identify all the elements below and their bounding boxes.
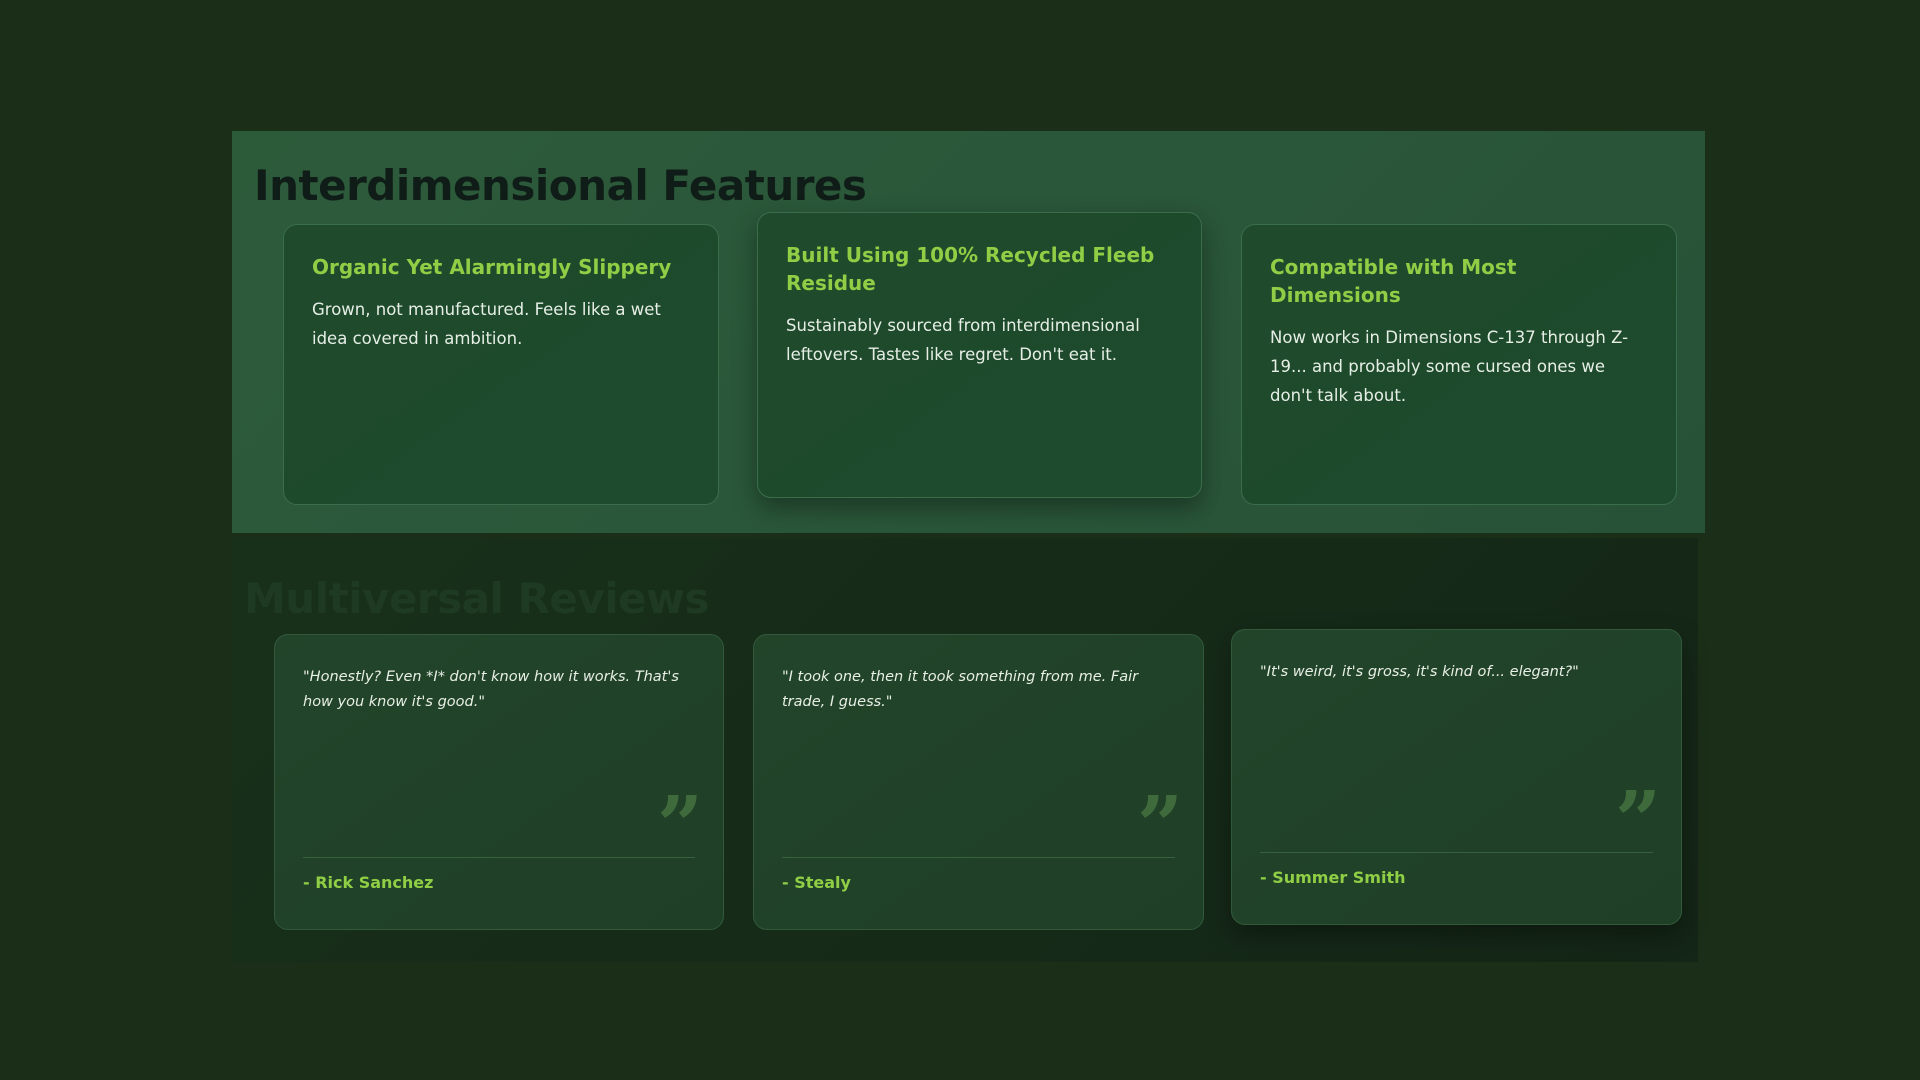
divider [303, 857, 695, 858]
review-card: "I took one, then it took something from… [753, 634, 1204, 930]
reviews-section: Multiversal Reviews "Honestly? Even *I* … [232, 538, 1698, 962]
review-quote: "It's weird, it's gross, it's kind of...… [1260, 664, 1579, 680]
feature-description: Sustainably sourced from interdimensiona… [786, 316, 1140, 364]
feature-card: Compatible with Most Dimensions Now work… [1241, 224, 1677, 505]
feature-title: Built Using 100% Recycled Fleeb Residue [786, 243, 1155, 295]
feature-card: Built Using 100% Recycled Fleeb Residue … [757, 212, 1202, 498]
review-author: - Rick Sanchez [303, 873, 434, 892]
review-quote: "Honestly? Even *I* don't know how it wo… [303, 669, 679, 710]
quote-mark-icon: ” [656, 778, 703, 872]
feature-description: Now works in Dimensions C-137 through Z-… [1270, 328, 1629, 405]
feature-description: Grown, not manufactured. Feels like a we… [312, 300, 661, 348]
review-author: - Summer Smith [1260, 868, 1406, 887]
quote-mark-icon: ” [1136, 778, 1183, 872]
quote-mark-icon: ” [1614, 773, 1661, 867]
review-card: "It's weird, it's gross, it's kind of...… [1231, 629, 1682, 925]
reviews-heading: Multiversal Reviews [244, 574, 709, 623]
features-section: Interdimensional Features Organic Yet Al… [232, 131, 1705, 533]
review-card: "Honestly? Even *I* don't know how it wo… [274, 634, 724, 930]
feature-title: Organic Yet Alarmingly Slippery [312, 255, 672, 279]
divider [1260, 852, 1653, 853]
review-author: - Stealy [782, 873, 851, 892]
divider [782, 857, 1175, 858]
feature-card: Organic Yet Alarmingly Slippery Grown, n… [283, 224, 719, 505]
review-quote: "I took one, then it took something from… [782, 669, 1139, 710]
features-heading: Interdimensional Features [254, 161, 867, 210]
feature-title: Compatible with Most Dimensions [1270, 255, 1517, 307]
